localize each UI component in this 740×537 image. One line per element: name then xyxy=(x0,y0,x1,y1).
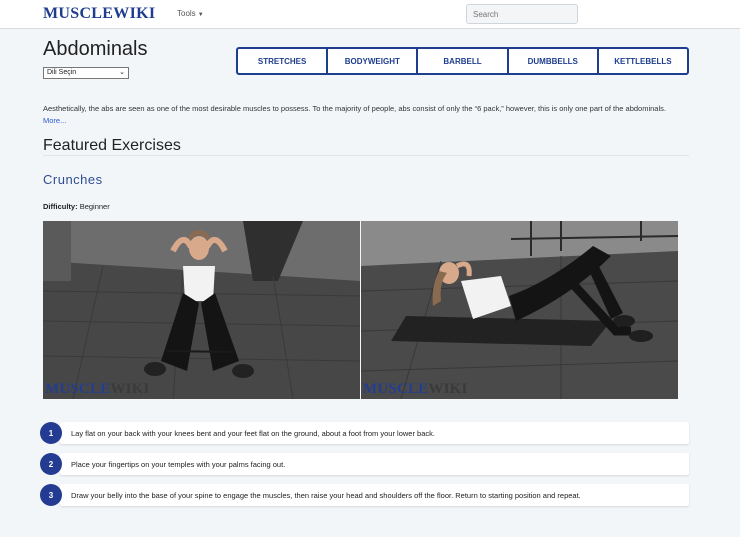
instruction-step: Lay flat on your back with your knees be… xyxy=(60,422,689,444)
instruction-text: Draw your belly into the base of your sp… xyxy=(71,491,581,500)
featured-exercises-heading: Featured Exercises xyxy=(43,137,181,154)
exercise-image-side: MUSCLEWIKI xyxy=(361,221,678,399)
tools-menu[interactable]: Tools ▼ xyxy=(177,9,204,18)
chevron-down-icon: ⌄ xyxy=(119,69,125,76)
search-input[interactable] xyxy=(466,4,578,24)
navbar: MUSCLEWIKI Tools ▼ xyxy=(0,0,740,29)
step-number-badge: 1 xyxy=(40,422,62,444)
language-select-value: Dili Seçin xyxy=(47,69,77,76)
tools-label: Tools xyxy=(177,9,196,18)
caret-down-icon: ▼ xyxy=(197,12,204,18)
watermark-logo: MUSCLEWIKI xyxy=(45,381,150,397)
category-stretches-button[interactable]: STRETCHES xyxy=(238,49,329,73)
instruction-text: Lay flat on your back with your knees be… xyxy=(71,429,435,438)
difficulty-value: Beginner xyxy=(79,202,110,211)
instruction-text: Place your fingertips on your temples wi… xyxy=(71,460,286,469)
category-bodyweight-button[interactable]: BODYWEIGHT xyxy=(328,49,419,73)
category-dumbbells-button[interactable]: DUMBBELLS xyxy=(509,49,599,73)
instruction-step: Place your fingertips on your temples wi… xyxy=(60,453,689,475)
watermark-logo: MUSCLEWIKI xyxy=(363,381,468,397)
muscle-description: Aesthetically, the abs are seen as one o… xyxy=(43,104,666,113)
exercise-title[interactable]: Crunches xyxy=(43,172,103,187)
crunch-front-illustration xyxy=(43,221,360,399)
logo-text-wiki: WIKI xyxy=(113,5,156,22)
category-barbell-button[interactable]: BARBELL xyxy=(418,49,509,73)
site-logo[interactable]: MUSCLEWIKI xyxy=(43,5,155,23)
difficulty-line: Difficulty: Beginner xyxy=(43,202,110,211)
logo-text-muscle: MUSCLE xyxy=(43,5,114,22)
crunch-side-illustration xyxy=(361,221,678,399)
section-divider xyxy=(43,155,689,156)
step-number-badge: 2 xyxy=(40,453,62,475)
step-number-badge: 3 xyxy=(40,484,62,506)
page-title: Abdominals xyxy=(43,38,148,60)
exercise-image-front: MUSCLEWIKI xyxy=(43,221,360,399)
language-select[interactable]: Dili Seçin ⌄ xyxy=(43,67,129,79)
instruction-step: Draw your belly into the base of your sp… xyxy=(60,484,689,506)
difficulty-label: Difficulty: xyxy=(43,202,78,211)
category-kettlebells-button[interactable]: KETTLEBELLS xyxy=(599,49,687,73)
more-link[interactable]: More... xyxy=(43,116,66,125)
equipment-category-group: STRETCHES BODYWEIGHT BARBELL DUMBBELLS K… xyxy=(236,47,689,75)
